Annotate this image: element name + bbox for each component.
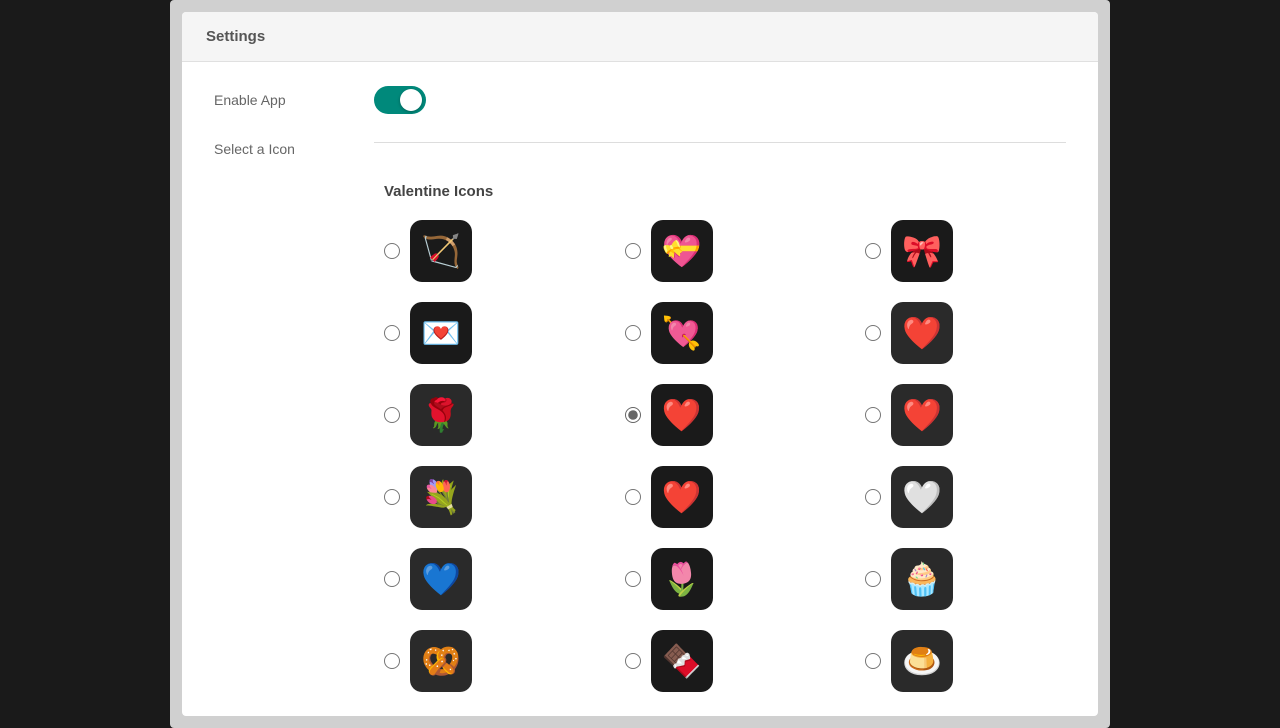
icon-thumb-pretzel: 🥨 (410, 630, 472, 692)
icon-radio-flowers[interactable] (384, 489, 400, 505)
icon-option-choc-rose: 🌷 (625, 548, 826, 610)
icon-option-red-heart-3d: ❤️ (865, 302, 1066, 364)
icon-thumb-happyday: 💝 (651, 220, 713, 282)
icon-radio-heart-dark[interactable] (625, 407, 641, 423)
icon-section-title: Valentine Icons (384, 183, 1066, 200)
icon-radio-rose[interactable] (384, 407, 400, 423)
toggle-track (374, 86, 426, 114)
icon-option-arrow-heart: 💘 (625, 302, 826, 364)
icon-thumb-choc-rose: 🌷 (651, 548, 713, 610)
icon-thumb-red-heart-3d: ❤️ (891, 302, 953, 364)
page-title: Settings (206, 28, 1074, 45)
icon-option-rose: 🌹 (384, 384, 585, 446)
icon-option-cupid: 🏹 (384, 220, 585, 282)
icon-radio-cupid[interactable] (384, 243, 400, 259)
icon-option-red-heart-flat: ❤️ (865, 384, 1066, 446)
icon-thumb-banner: 🎀 (891, 220, 953, 282)
icon-option-blue-heart: 💙 (384, 548, 585, 610)
toggle-thumb (400, 89, 422, 111)
icon-option-flowers: 💐 (384, 466, 585, 528)
icon-thumb-heart-outline: 🤍 (891, 466, 953, 528)
select-icon-label: Select a Icon (214, 141, 374, 157)
icon-radio-arrow-heart[interactable] (625, 325, 641, 341)
icon-radio-blue-heart[interactable] (384, 571, 400, 587)
icon-thumb-cupid: 🏹 (410, 220, 472, 282)
icon-thumb-blue-heart: 💙 (410, 548, 472, 610)
icon-radio-red-heart-flat[interactable] (865, 407, 881, 423)
settings-body: Enable App Select a Icon Valentine Icons (182, 62, 1098, 716)
icon-thumb-red-heart-2: ❤️ (651, 466, 713, 528)
icon-radio-heart-outline[interactable] (865, 489, 881, 505)
icon-section: Valentine Icons 🏹 💝 🎀 💌 💘 ❤️ 🌹 ❤️ ❤️ 💐 ❤️ 🤍 💙 🌷 🧁 🥨 🍫 🍮 (214, 183, 1066, 692)
icon-option-pretzel: 🥨 (384, 630, 585, 692)
icon-radio-pretzel[interactable] (384, 653, 400, 669)
settings-panel: Settings Enable App Select a Icon (182, 12, 1098, 716)
icon-thumb-choc-heart: 🍫 (651, 630, 713, 692)
icon-thumb-heart-dark: ❤️ (651, 384, 713, 446)
icon-radio-cupcake[interactable] (865, 571, 881, 587)
icon-radio-red-heart-2[interactable] (625, 489, 641, 505)
icon-option-banner: 🎀 (865, 220, 1066, 282)
icon-radio-happyday[interactable] (625, 243, 641, 259)
icon-option-heart-outline: 🤍 (865, 466, 1066, 528)
icon-radio-banner[interactable] (865, 243, 881, 259)
icon-option-cupcake: 🧁 (865, 548, 1066, 610)
icon-radio-choc-rose[interactable] (625, 571, 641, 587)
enable-app-toggle[interactable] (374, 86, 426, 114)
enable-app-row: Enable App (214, 86, 1066, 114)
icon-thumb-dessert: 🍮 (891, 630, 953, 692)
icon-option-card: 💌 (384, 302, 585, 364)
icon-option-heart-dark: ❤️ (625, 384, 826, 446)
settings-header: Settings (182, 12, 1098, 62)
icon-thumb-card: 💌 (410, 302, 472, 364)
enable-app-label: Enable App (214, 92, 374, 108)
icon-thumb-cupcake: 🧁 (891, 548, 953, 610)
icon-thumb-flowers: 💐 (410, 466, 472, 528)
icon-option-happyday: 💝 (625, 220, 826, 282)
icon-option-choc-heart: 🍫 (625, 630, 826, 692)
icon-thumb-red-heart-flat: ❤️ (891, 384, 953, 446)
icon-grid: 🏹 💝 🎀 💌 💘 ❤️ 🌹 ❤️ ❤️ 💐 ❤️ 🤍 💙 🌷 🧁 🥨 🍫 🍮 (384, 220, 1066, 692)
icon-option-red-heart-2: ❤️ (625, 466, 826, 528)
icon-radio-red-heart-3d[interactable] (865, 325, 881, 341)
icon-radio-dessert[interactable] (865, 653, 881, 669)
icon-thumb-rose: 🌹 (410, 384, 472, 446)
select-icon-row: Select a Icon (214, 134, 1066, 163)
outer-container: Settings Enable App Select a Icon (170, 0, 1110, 728)
icon-thumb-arrow-heart: 💘 (651, 302, 713, 364)
icon-radio-choc-heart[interactable] (625, 653, 641, 669)
icon-option-dessert: 🍮 (865, 630, 1066, 692)
icon-radio-card[interactable] (384, 325, 400, 341)
